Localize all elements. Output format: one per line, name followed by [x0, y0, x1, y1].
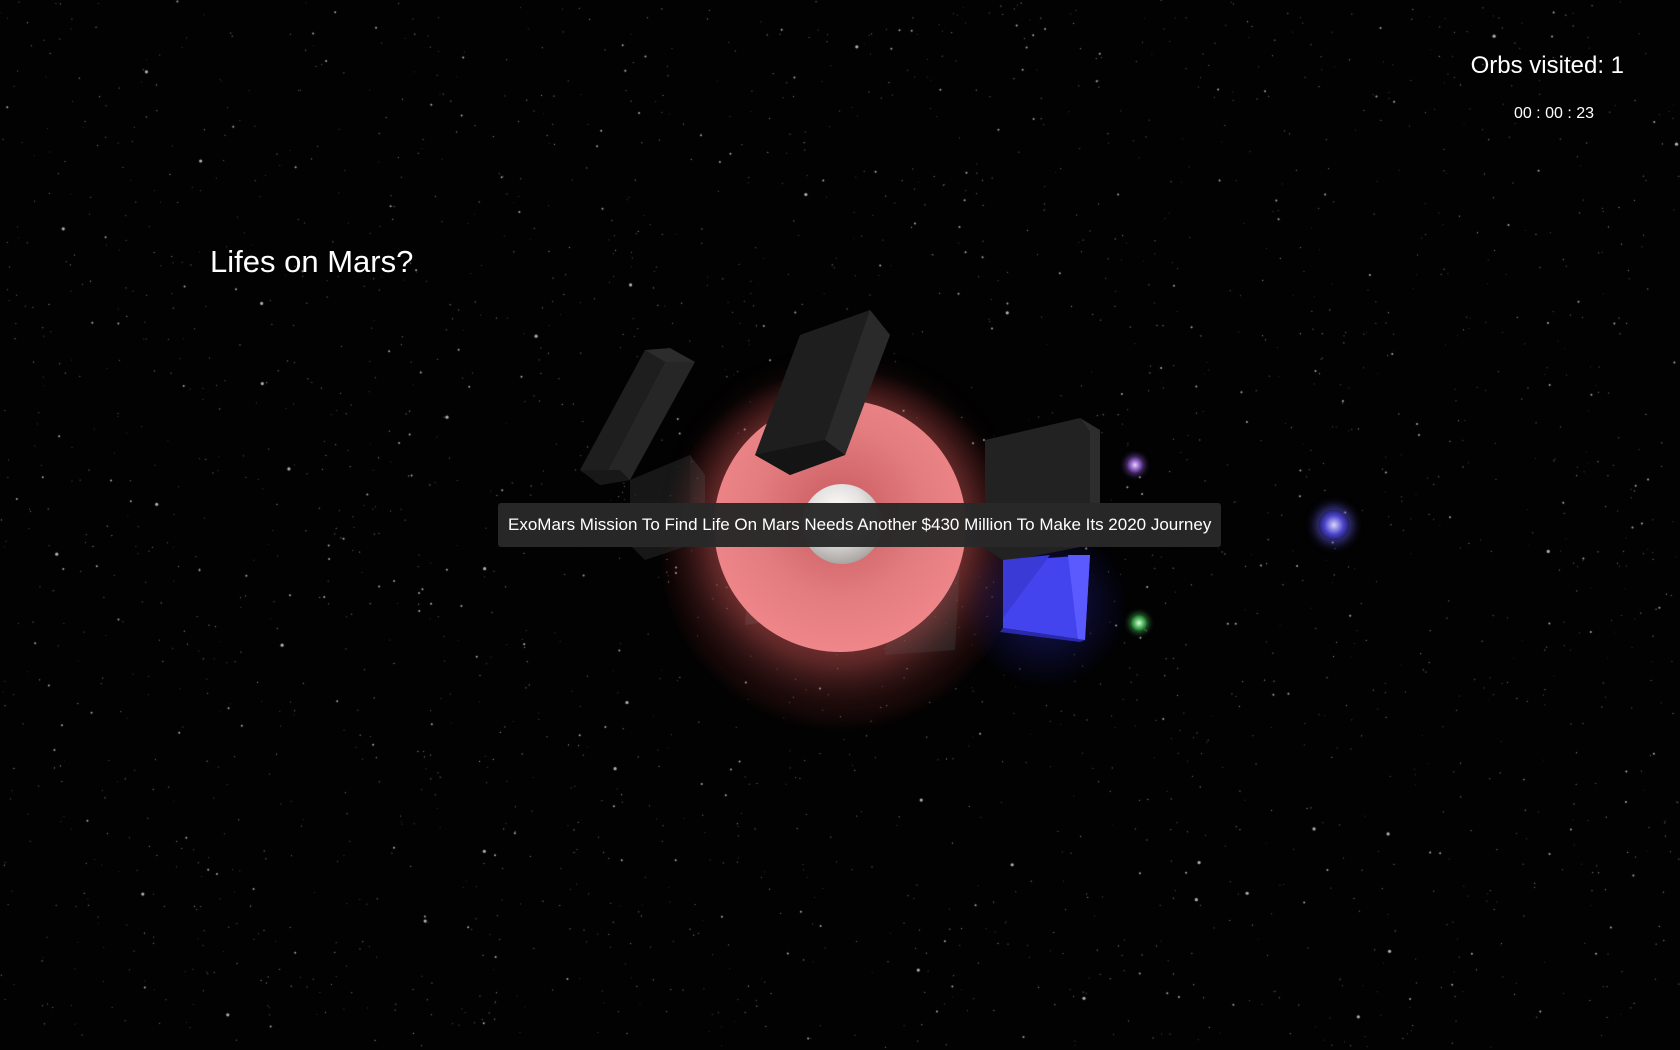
green-orb[interactable]	[1131, 615, 1147, 631]
elapsed-timer: 00 : 00 : 23	[1513, 105, 1594, 122]
blue-orb[interactable]	[1319, 510, 1349, 540]
dark-block-top-center[interactable]	[755, 310, 890, 475]
dark-block-top-left[interactable]	[580, 348, 695, 485]
orbs-visited-counter: Orbs visited: 1	[1470, 52, 1624, 79]
purple-orb[interactable]	[1127, 457, 1143, 473]
game-scene[interactable]: Lifes on Mars? Orbs visited: 1 00 : 00 :…	[0, 0, 1680, 1050]
topic-title: Lifes on Mars?	[210, 244, 414, 279]
orb-headline-tooltip[interactable]: ExoMars Mission To Find Life On Mars Nee…	[498, 503, 1222, 547]
blue-block[interactable]	[1000, 555, 1090, 642]
